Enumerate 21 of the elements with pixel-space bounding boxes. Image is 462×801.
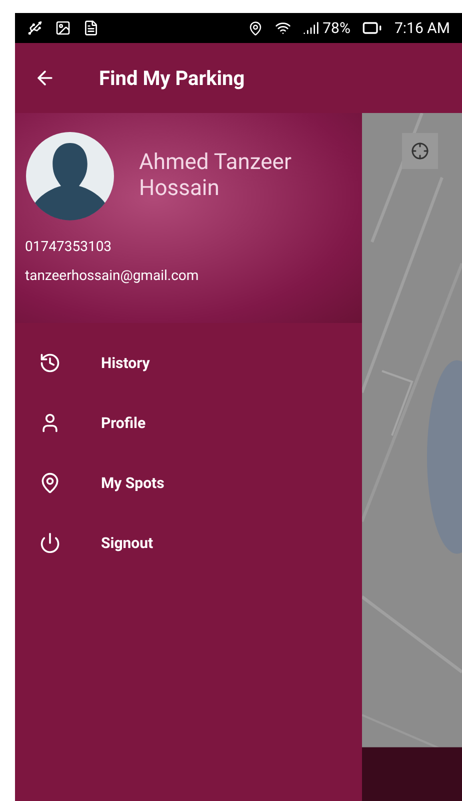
menu-item[interactable]: Signout [15, 513, 362, 573]
location-icon [248, 20, 263, 36]
menu-item[interactable]: My Spots [15, 453, 362, 513]
history-icon [39, 352, 61, 374]
user-name: Ahmed Tanzeer Hossain [139, 150, 292, 202]
signout-icon [39, 532, 61, 554]
spots-icon [39, 472, 61, 494]
file-icon [83, 20, 99, 36]
usb-icon [27, 20, 43, 36]
email: tanzeerhossain@gmail.com [25, 267, 200, 286]
locate-button[interactable] [402, 133, 438, 169]
wifi-icon [274, 20, 291, 36]
signal-icon [302, 20, 319, 36]
battery-percent: 78% [322, 18, 350, 39]
menu-item[interactable]: Profile [15, 393, 362, 453]
locate-icon [411, 142, 429, 160]
image-icon [55, 20, 71, 36]
phone-number: 01747353103 [25, 238, 113, 257]
app-title: Find My Parking [99, 65, 245, 92]
menu-item[interactable]: History [15, 333, 362, 393]
clock: 7:16 AM [394, 18, 450, 39]
